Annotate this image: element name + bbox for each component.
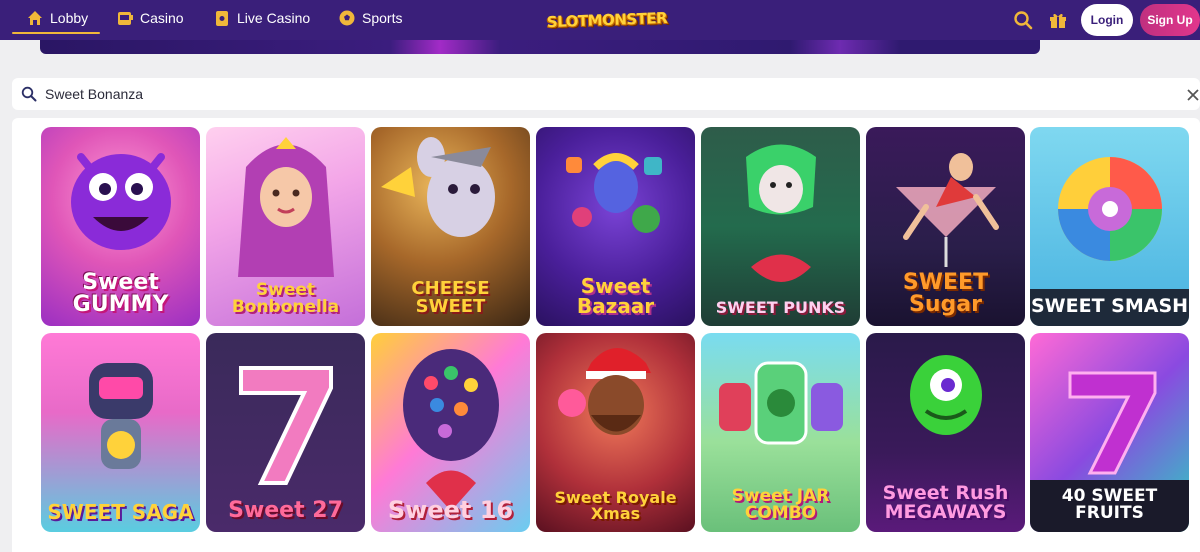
search-icon[interactable] — [1012, 9, 1034, 31]
close-icon[interactable] — [1186, 87, 1200, 101]
game-title: CHEESE SWEET — [411, 278, 490, 317]
game-tile-sweet-bonbonella[interactable]: Sweet Bonbonella — [206, 127, 365, 326]
game-tile-sweet-16[interactable]: Sweet 16 — [371, 333, 530, 532]
nav-item-sports[interactable]: Sports — [338, 0, 402, 36]
game-title: Sweet GUMMY — [72, 270, 169, 317]
active-tab-indicator — [12, 32, 100, 34]
search-bar — [12, 78, 1200, 110]
search-icon — [21, 86, 37, 102]
nav-item-lobby[interactable]: Lobby — [26, 0, 88, 36]
signup-button[interactable]: Sign Up — [1140, 4, 1200, 36]
game-title: SWEET SAGA — [47, 500, 194, 524]
login-button[interactable]: Login — [1081, 4, 1133, 36]
game-tile-sweet-rush-megaways[interactable]: Sweet Rush MEGAWAYS — [866, 333, 1025, 532]
game-tile-sweet-gummy[interactable]: Sweet GUMMY — [41, 127, 200, 326]
site-logo[interactable]: SLOTMONSTER — [547, 2, 668, 38]
gift-icon[interactable] — [1047, 9, 1069, 31]
game-title: Sweet Royale Xmas — [554, 488, 677, 523]
game-title: Sweet 16 — [387, 496, 514, 524]
nav-item-live-casino[interactable]: Live Casino — [213, 0, 310, 36]
game-title: Sweet Bonbonella — [231, 280, 340, 317]
game-art — [701, 127, 860, 326]
search-results: Sweet GUMMY Sweet Bonbonella CHEESE SWEE — [12, 118, 1200, 552]
nav-item-label: Sports — [362, 10, 403, 26]
game-title: SWEET Sugar — [902, 270, 989, 317]
game-tile-sweet-sugar[interactable]: SWEET Sugar — [866, 127, 1025, 326]
game-tile-sweet-royale-xmas[interactable]: Sweet Royale Xmas — [536, 333, 695, 532]
slot-machine-icon — [116, 9, 134, 27]
soccer-ball-icon — [338, 9, 356, 27]
game-tile-sweet-bazaar[interactable]: Sweet Bazaar — [536, 127, 695, 326]
game-title: SWEET PUNKS — [715, 298, 846, 317]
nav-item-label: Live Casino — [237, 10, 311, 26]
game-title: Sweet Bazaar — [576, 274, 655, 318]
game-title: SWEET SMASH — [1030, 289, 1189, 326]
game-tile-sweet-smash[interactable]: SWEET SMASH — [1030, 127, 1189, 326]
home-icon — [26, 9, 44, 27]
top-navbar: Lobby Casino Live Casino Sports SLOTMONS… — [0, 0, 1200, 40]
game-title: Sweet JAR COMBO — [731, 486, 830, 523]
game-tile-sweet-punks[interactable]: SWEET PUNKS — [701, 127, 860, 326]
game-title: Sweet 27 — [228, 498, 343, 523]
game-title: 40 SWEET FRUITS — [1030, 480, 1189, 532]
nav-item-label: Lobby — [50, 10, 89, 26]
game-tile-40-sweet-fruits[interactable]: 40 SWEET FRUITS — [1030, 333, 1189, 532]
nav-item-label: Casino — [140, 10, 184, 26]
playing-card-icon — [213, 9, 231, 27]
game-tile-sweet-27[interactable]: Sweet 27 — [206, 333, 365, 532]
nav-item-casino[interactable]: Casino — [116, 0, 184, 36]
game-title: Sweet Rush MEGAWAYS — [882, 482, 1009, 523]
game-tile-cheese-sweet[interactable]: CHEESE SWEET — [371, 127, 530, 326]
game-tile-sweet-saga[interactable]: SWEET SAGA — [41, 333, 200, 532]
game-tile-sweet-jar-combo[interactable]: Sweet JAR COMBO — [701, 333, 860, 532]
promo-banner[interactable] — [40, 40, 1040, 54]
search-input[interactable] — [45, 82, 1145, 106]
